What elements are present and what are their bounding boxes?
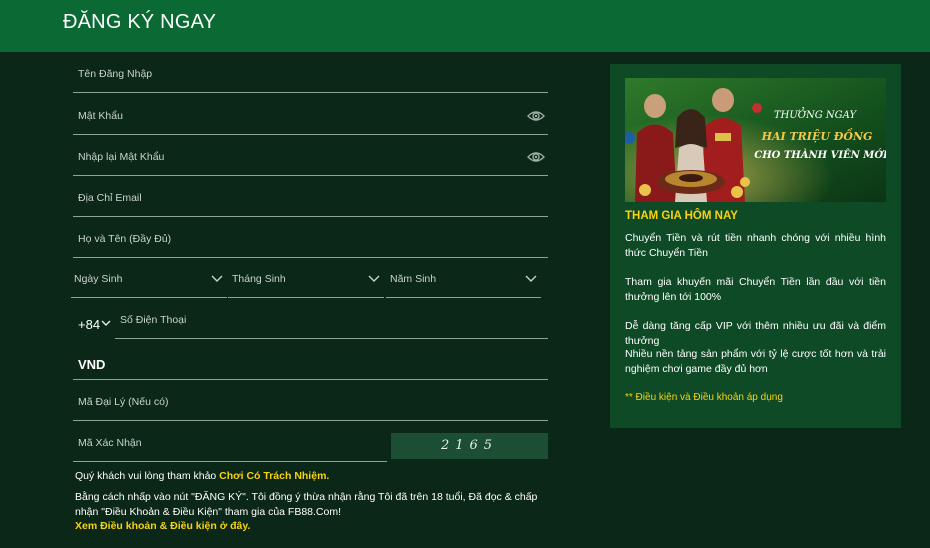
phone-field[interactable]: Số Điện Thoại — [115, 310, 548, 339]
promo-item: Nhiều nền tảng sản phẩm với tỷ lệ cược t… — [625, 348, 886, 375]
promo-item: Dễ dàng tăng cấp VIP với thêm nhiều ưu đ… — [625, 320, 886, 347]
username-field[interactable]: Tên Đăng Nhập — [73, 64, 548, 93]
promo-item: Tham gia khuyến mãi Chuyển Tiền lần đầu … — [625, 276, 886, 303]
promo-item: Chuyển Tiền và rút tiền nhanh chóng với … — [625, 232, 886, 259]
promo-terms-note[interactable]: ** Điều kiện và Điều khoản áp dụng — [625, 392, 783, 403]
email-placeholder: Địa Chỉ Email — [78, 192, 142, 204]
agent-code-field[interactable]: Mã Đại Lý (Nếu có) — [73, 392, 548, 421]
terms-notice: Bằng cách nhấp vào nút "ĐĂNG KÝ". Tôi đồ… — [75, 491, 538, 518]
captcha-image[interactable]: 2165 — [391, 433, 548, 459]
fullname-placeholder: Họ và Tên (Đầy Đủ) — [78, 233, 172, 245]
eye-icon[interactable] — [527, 109, 545, 123]
chevron-down-icon[interactable] — [101, 319, 111, 328]
chevron-down-icon — [525, 275, 537, 282]
birth-day-select[interactable]: Ngày Sinh — [71, 269, 227, 298]
responsible-gaming-link[interactable]: Chơi Có Trách Nhiệm. — [219, 470, 329, 482]
password-field[interactable]: Mật Khẩu — [73, 106, 548, 135]
phone-country-code[interactable]: +84 — [78, 317, 100, 332]
eye-icon[interactable] — [527, 150, 545, 164]
birth-month-label: Tháng Sinh — [232, 273, 286, 285]
promo-heading: THAM GIA HÔM NAY — [625, 210, 738, 222]
banner-line-1: THƯỞNG NGAY — [774, 108, 857, 121]
email-field[interactable]: Địa Chỉ Email — [73, 188, 548, 217]
fullname-field[interactable]: Họ và Tên (Đầy Đủ) — [73, 229, 548, 258]
username-placeholder: Tên Đăng Nhập — [78, 68, 153, 80]
promo-banner[interactable]: THƯỞNG NGAY HAI TRIỆU ĐỒNG CHO THÀNH VIÊ… — [625, 78, 886, 202]
birth-month-select[interactable]: Tháng Sinh — [228, 269, 384, 298]
confirm-password-field[interactable]: Nhập lại Mật Khẩu — [73, 147, 548, 176]
currency-field[interactable]: VND — [73, 351, 548, 380]
responsible-gaming-text: Quý khách vui lòng tham khảo — [75, 470, 220, 482]
captcha-code: 2165 — [440, 438, 499, 453]
banner-line-3: CHO THÀNH VIÊN MỚI — [754, 148, 886, 161]
birth-day-label: Ngày Sinh — [74, 273, 123, 285]
terms-link[interactable]: Xem Điều khoản & Điều kiện ở đây. — [75, 519, 555, 534]
chevron-down-icon — [211, 275, 223, 282]
promo-banner-image: THƯỞNG NGAY HAI TRIỆU ĐỒNG CHO THÀNH VIÊ… — [625, 78, 886, 202]
birth-year-select[interactable]: Năm Sinh — [386, 269, 541, 298]
banner-line-2: HAI TRIỆU ĐỒNG — [761, 127, 873, 143]
phone-placeholder: Số Điện Thoại — [120, 314, 187, 326]
page-header: ĐĂNG KÝ NGAY — [0, 0, 930, 52]
chevron-down-icon — [368, 275, 380, 282]
confirm-password-placeholder: Nhập lại Mật Khẩu — [78, 151, 165, 163]
promo-panel: THƯỞNG NGAY HAI TRIỆU ĐỒNG CHO THÀNH VIÊ… — [610, 64, 901, 428]
password-placeholder: Mật Khẩu — [78, 110, 123, 122]
currency-value: VND — [78, 357, 106, 372]
page-title: ĐĂNG KÝ NGAY — [63, 11, 217, 33]
birth-year-label: Năm Sinh — [390, 273, 437, 285]
agent-code-placeholder: Mã Đại Lý (Nếu có) — [78, 396, 169, 408]
responsible-gaming-notice: Quý khách vui lòng tham khảo Chơi Có Trá… — [75, 469, 555, 484]
captcha-field[interactable]: Mã Xác Nhận — [73, 433, 387, 462]
captcha-placeholder: Mã Xác Nhận — [78, 437, 142, 449]
